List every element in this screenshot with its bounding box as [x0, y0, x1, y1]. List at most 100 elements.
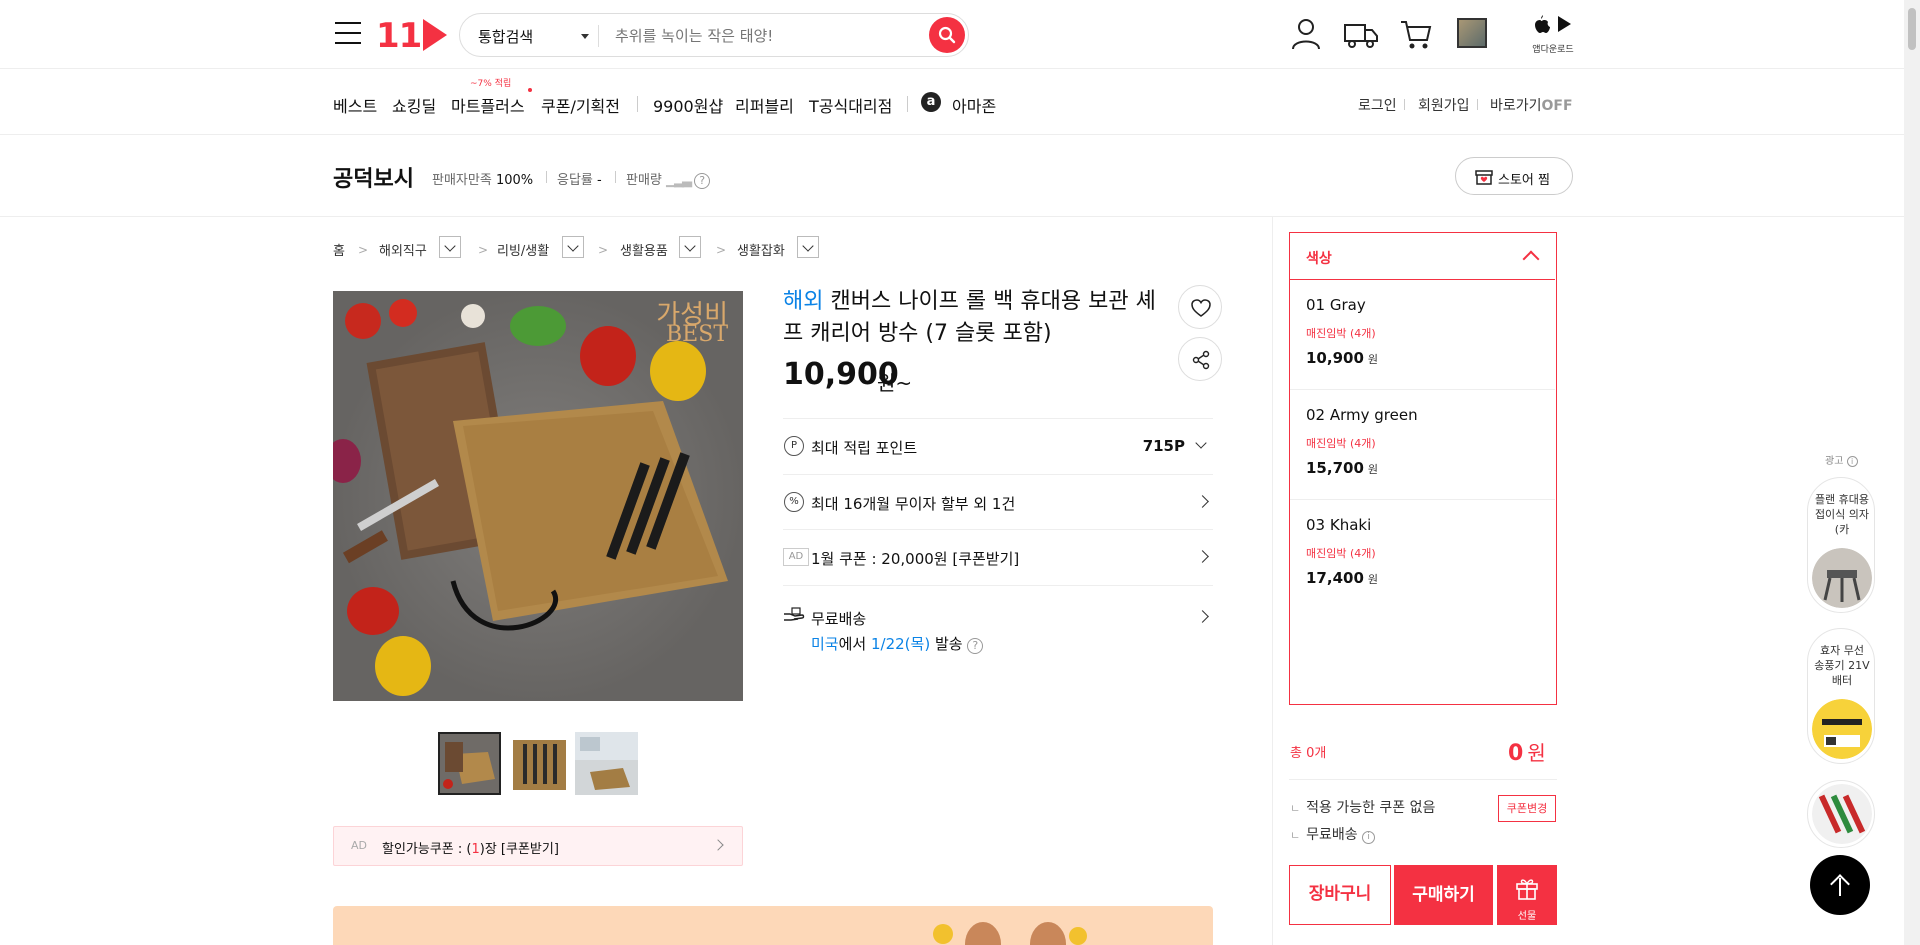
percent-icon: % [784, 492, 804, 512]
store-divider [615, 171, 616, 183]
ad-card-text: 플랜 휴대용 접이식 의자(카 [1814, 493, 1870, 536]
nav-coupon-event[interactable]: 쿠폰/기획전 [541, 93, 620, 117]
nav-t-official[interactable]: T공식대리점 [809, 93, 892, 117]
info-icon[interactable]: i [1362, 831, 1376, 844]
gift-icon [1516, 879, 1538, 900]
ad-label: AD [351, 839, 367, 852]
signup-link[interactable]: 회원가입 [1418, 95, 1470, 115]
delivery-button[interactable] [1343, 16, 1379, 52]
ad-chair-image [1812, 548, 1872, 608]
shipping-row[interactable]: 무료배송 미국에서 1/22(목) 발송 ? [783, 585, 1213, 665]
caret-down-icon[interactable] [581, 34, 589, 39]
login-link[interactable]: 로그인 [1358, 95, 1397, 115]
point-value: 715P [1142, 437, 1185, 455]
page-scrollbar[interactable] [1904, 0, 1920, 945]
help-icon[interactable]: ? [694, 173, 711, 189]
chevron-down-icon [1195, 437, 1207, 449]
option-item[interactable]: 02 Army green 매진임박 (4개) 15,700 원 [1290, 390, 1555, 500]
coupon-change-button[interactable]: 쿠폰변경 [1498, 795, 1556, 822]
satisfaction-label: 판매자만족 [432, 173, 492, 188]
shipping-hand-icon [784, 607, 805, 621]
search-category-select[interactable]: 통합검색 [478, 26, 533, 47]
search-icon [938, 26, 956, 44]
ad-card-blower[interactable]: 효자 무선 송풍기 21V 배터 [1807, 628, 1875, 764]
search-box: 통합검색 [459, 13, 969, 57]
breadcrumb-dropdown[interactable] [679, 236, 701, 258]
truck-icon [1344, 24, 1378, 48]
installment-label: 최대 16개월 무이자 할부 외 1건 [811, 495, 1016, 513]
chevron-up-icon [1522, 250, 1540, 268]
point-label: 최대 적립 포인트 [811, 439, 918, 457]
option-name: 03 Khaki [1306, 516, 1372, 534]
ad-card-pens[interactable] [1807, 780, 1875, 848]
option-price-unit: 원 [1367, 353, 1379, 366]
breadcrumb-dropdown[interactable] [439, 236, 461, 258]
response-rate: 응답률 - [557, 169, 602, 188]
total-divider [1289, 779, 1557, 780]
option-item[interactable]: 03 Khaki 매진임박 (4개) 17,400 원 [1290, 500, 1555, 610]
store-favorite-button[interactable]: 스토어 찜 [1455, 157, 1573, 195]
menu-icon[interactable] [335, 22, 361, 44]
scroll-to-top-button[interactable] [1810, 855, 1870, 915]
nav-refurbly[interactable]: 리퍼블리 [735, 93, 794, 117]
breadcrumb-home[interactable]: 홈 [333, 240, 345, 259]
overseas-tag: 해외 [783, 289, 824, 314]
breadcrumb-living[interactable]: 리빙/생활 [497, 240, 549, 259]
gift-button[interactable]: 선물 [1497, 865, 1557, 925]
option-name: 02 Army green [1306, 406, 1418, 424]
option-price: 15,700 원 [1306, 459, 1378, 477]
color-option-header[interactable]: 색상 [1290, 233, 1555, 280]
point-icon: P [784, 436, 804, 456]
nav-amazon[interactable]: 아마존 [952, 93, 996, 117]
shortcut-link[interactable]: 바로가기OFF [1490, 95, 1573, 115]
option-item[interactable]: 01 Gray 매진임박 (4개) 10,900 원 [1290, 280, 1555, 390]
search-button[interactable] [929, 17, 965, 53]
search-input[interactable] [615, 24, 905, 48]
nav-best[interactable]: 베스트 [333, 93, 377, 117]
store-name[interactable]: 공덕보시 [333, 161, 414, 193]
breadcrumb-overseas[interactable]: 해외직구 [379, 240, 427, 259]
thumbnail-3[interactable] [575, 732, 638, 795]
breadcrumb-dropdown[interactable] [562, 236, 584, 258]
app-download-button[interactable]: 앱다운로드 [1529, 14, 1577, 55]
option-price-value: 17,400 [1306, 569, 1364, 587]
recent-view-thumbnail[interactable] [1457, 18, 1487, 48]
add-to-cart-button[interactable]: 장바구니 [1289, 865, 1391, 925]
breadcrumb-misc[interactable]: 생활잡화 [737, 240, 785, 259]
ad-card-chair[interactable]: 플랜 휴대용 접이식 의자(카 [1807, 477, 1875, 613]
installment-row[interactable]: % 최대 16개월 무이자 할부 외 1건 [783, 474, 1213, 529]
thumbnail-2[interactable] [508, 732, 571, 795]
wishlist-button[interactable] [1178, 285, 1222, 329]
info-icon[interactable]: i [1846, 456, 1858, 467]
discount-coupon-suffix: )장 [쿠폰받기] [479, 842, 559, 857]
top-header: 11 통합검색 앱다운로드 [0, 0, 1904, 69]
discount-coupon-bar[interactable]: AD 할인가능쿠폰 : (1)장 [쿠폰받기] [333, 826, 743, 866]
buy-now-button[interactable]: 구매하기 [1394, 865, 1493, 925]
cart-button[interactable] [1398, 16, 1434, 52]
nav-shocking-deal[interactable]: 쇼킹딜 [392, 93, 436, 117]
option-price-unit: 원 [1367, 573, 1379, 586]
january-coupon-row[interactable]: AD 1월 쿠폰 : 20,000원 [쿠폰받기] [783, 529, 1213, 585]
nav-mart-plus[interactable]: 마트플러스 [451, 93, 525, 117]
ad-badge: AD [783, 548, 809, 566]
nav-divider [907, 96, 908, 112]
shipping-date: 1/22(목) [870, 635, 931, 653]
product-main-image[interactable]: 가성비 BEST [333, 291, 743, 701]
new-dot-indicator [528, 88, 532, 92]
max-point-row[interactable]: P 최대 적립 포인트 715P [783, 418, 1213, 474]
share-button[interactable] [1178, 337, 1222, 381]
chevron-right-icon [1196, 495, 1209, 508]
my-page-button[interactable] [1288, 16, 1324, 52]
heart-icon [1191, 299, 1211, 317]
color-option-label: 색상 [1306, 251, 1332, 267]
breadcrumb-daily-goods[interactable]: 생활용품 [620, 240, 668, 259]
free-shipping-note: 무료배송 i [1290, 824, 1376, 844]
sales-bar-icon: ▁▂▃ [666, 173, 692, 188]
thumbnail-1[interactable] [438, 732, 501, 795]
help-icon[interactable]: ? [967, 638, 984, 654]
scrollbar-thumb[interactable] [1908, 8, 1916, 50]
nav-9900-shop[interactable]: 9900원샵 [653, 93, 723, 117]
site-logo[interactable]: 11 [376, 16, 448, 56]
breadcrumb-dropdown[interactable] [797, 236, 819, 258]
promo-banner[interactable] [333, 906, 1213, 945]
